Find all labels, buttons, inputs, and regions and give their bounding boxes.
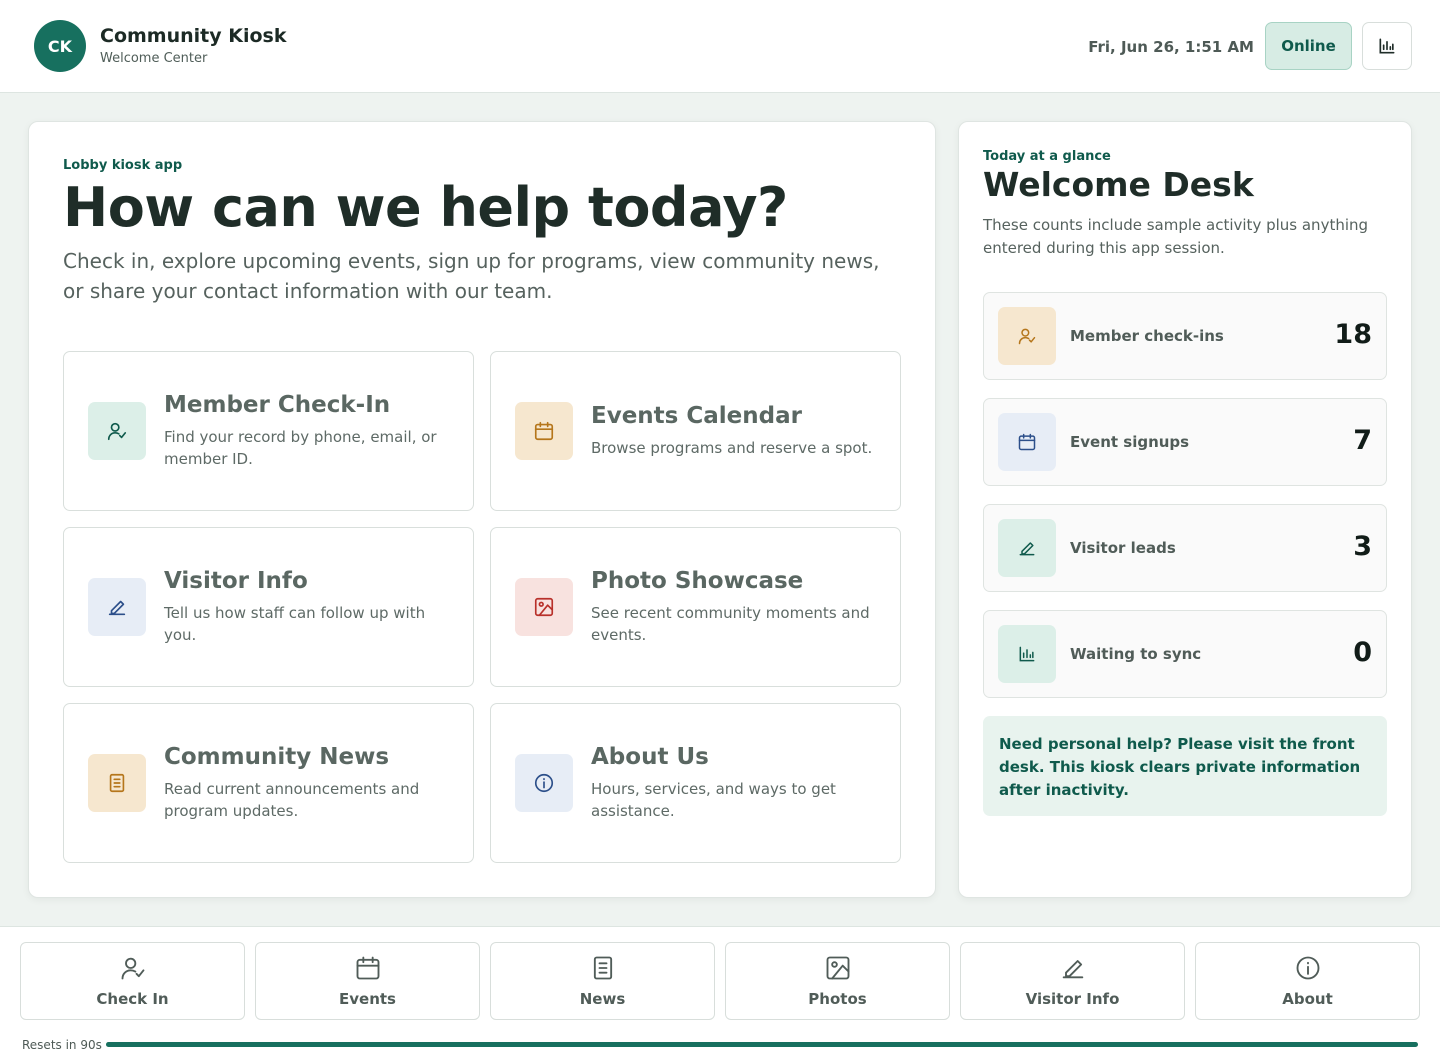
kiosk-avatar: CK	[34, 20, 86, 72]
tile-events-calendar[interactable]: Events Calendar Browse programs and rese…	[490, 351, 901, 511]
tile-title: Member Check-In	[164, 392, 391, 418]
user-check-icon	[121, 957, 144, 980]
tile-title: Events Calendar	[591, 403, 802, 429]
app-header: CK Community Kiosk Welcome Center Fri, J…	[0, 0, 1440, 93]
document-icon	[593, 956, 612, 980]
tile-description: See recent community moments and events.	[591, 604, 870, 644]
tile-icon-box	[88, 754, 146, 812]
image-icon	[534, 597, 554, 617]
hero-headline: How can we help today?	[63, 176, 788, 239]
app-subtitle: Welcome Center	[100, 51, 208, 66]
nav-label: Check In	[96, 990, 169, 1008]
pencil-icon	[1062, 960, 1083, 979]
info-icon	[534, 773, 554, 793]
tile-photo-showcase[interactable]: Photo Showcase See recent community mome…	[490, 527, 901, 687]
tile-community-news[interactable]: Community News Read current announcement…	[63, 703, 474, 863]
tile-description: Find your record by phone, email, or mem…	[164, 428, 437, 468]
stat-label: Visitor leads	[1070, 539, 1176, 557]
tile-description: Browse programs and reserve a spot.	[591, 439, 873, 457]
reset-timer-label: Resets in 90s	[22, 1038, 102, 1052]
help-notice: Need personal help? Please visit the fro…	[983, 716, 1387, 816]
stat-value: 3	[1353, 531, 1372, 562]
image-icon	[826, 956, 849, 980]
tile-description: Hours, services, and ways to get assista…	[591, 780, 836, 820]
tile-member-check-in[interactable]: Member Check-In Find your record by phon…	[63, 351, 474, 511]
tile-title: Visitor Info	[164, 568, 308, 594]
tile-icon-box	[515, 754, 573, 812]
stat-icon-box	[998, 519, 1056, 577]
stat-label: Event signups	[1070, 433, 1190, 451]
stat-waiting-to-sync: Waiting to sync 0	[983, 610, 1387, 698]
user-check-icon	[1018, 328, 1036, 345]
app-title: Community Kiosk	[100, 25, 287, 47]
tile-icon-box	[88, 578, 146, 636]
tile-title: Community News	[164, 744, 390, 770]
stat-icon-box	[998, 307, 1056, 365]
nav-news-button[interactable]: News	[490, 942, 715, 1020]
tile-icon-box	[515, 402, 573, 460]
tile-about-us[interactable]: About Us Hours, services, and ways to ge…	[490, 703, 901, 863]
nav-about-button[interactable]: About	[1195, 942, 1420, 1020]
tile-description: Tell us how staff can follow up with you…	[164, 604, 426, 644]
calendar-icon	[534, 421, 554, 441]
nav-label: Photos	[808, 990, 867, 1008]
current-datetime: Fri, Jun 26, 1:51 AM	[1088, 38, 1254, 56]
bar-chart-icon	[1379, 38, 1395, 54]
nav-check-in-button[interactable]: Check In	[20, 942, 245, 1020]
tile-title: Photo Showcase	[591, 568, 804, 594]
stat-value: 7	[1353, 425, 1372, 456]
calendar-icon	[356, 956, 379, 980]
nav-label: About	[1282, 990, 1333, 1008]
pencil-icon	[108, 600, 126, 616]
nav-label: Events	[339, 990, 396, 1008]
glance-title: Welcome Desk	[983, 165, 1254, 204]
document-icon	[109, 773, 125, 793]
online-status-button[interactable]: Online	[1265, 22, 1352, 70]
reset-progress-fill	[106, 1042, 1418, 1047]
stat-value: 0	[1353, 637, 1372, 668]
tile-icon-box	[515, 578, 573, 636]
nav-label: Visitor Info	[1025, 990, 1120, 1008]
pencil-icon	[1019, 542, 1035, 556]
tile-icon-box	[88, 402, 146, 460]
bar-chart-icon	[1019, 646, 1035, 662]
glance-description: These counts include sample activity plu…	[983, 216, 1369, 257]
bottom-navigation: Check In Events News Photos Visitor Info…	[0, 926, 1440, 1063]
nav-photos-button[interactable]: Photos	[725, 942, 950, 1020]
stat-icon-box	[998, 625, 1056, 683]
welcome-desk-panel: Today at a glance Welcome Desk These cou…	[958, 121, 1412, 898]
tile-description: Read current announcements and program u…	[164, 780, 420, 820]
nav-visitor-info-button[interactable]: Visitor Info	[960, 942, 1185, 1020]
calendar-icon	[1018, 433, 1036, 451]
stat-label: Waiting to sync	[1070, 645, 1202, 663]
stat-member-check-ins: Member check-ins 18	[983, 292, 1387, 380]
main-panel: Lobby kiosk app How can we help today? C…	[28, 121, 936, 898]
stat-icon-box	[998, 413, 1056, 471]
info-icon	[1296, 956, 1319, 980]
stat-event-signups: Event signups 7	[983, 398, 1387, 486]
reset-progress-track	[106, 1042, 1418, 1047]
tile-visitor-info[interactable]: Visitor Info Tell us how staff can follo…	[63, 527, 474, 687]
stat-visitor-leads: Visitor leads 3	[983, 504, 1387, 592]
stats-button[interactable]	[1362, 22, 1412, 70]
stat-label: Member check-ins	[1070, 327, 1224, 345]
glance-eyebrow: Today at a glance	[983, 149, 1111, 164]
nav-label: News	[579, 990, 626, 1008]
user-check-icon	[107, 422, 127, 441]
hero-intro: Check in, explore upcoming events, sign …	[63, 249, 880, 303]
tile-title: About Us	[591, 744, 709, 770]
nav-events-button[interactable]: Events	[255, 942, 480, 1020]
hero-eyebrow: Lobby kiosk app	[63, 158, 183, 173]
stat-value: 18	[1334, 319, 1372, 350]
